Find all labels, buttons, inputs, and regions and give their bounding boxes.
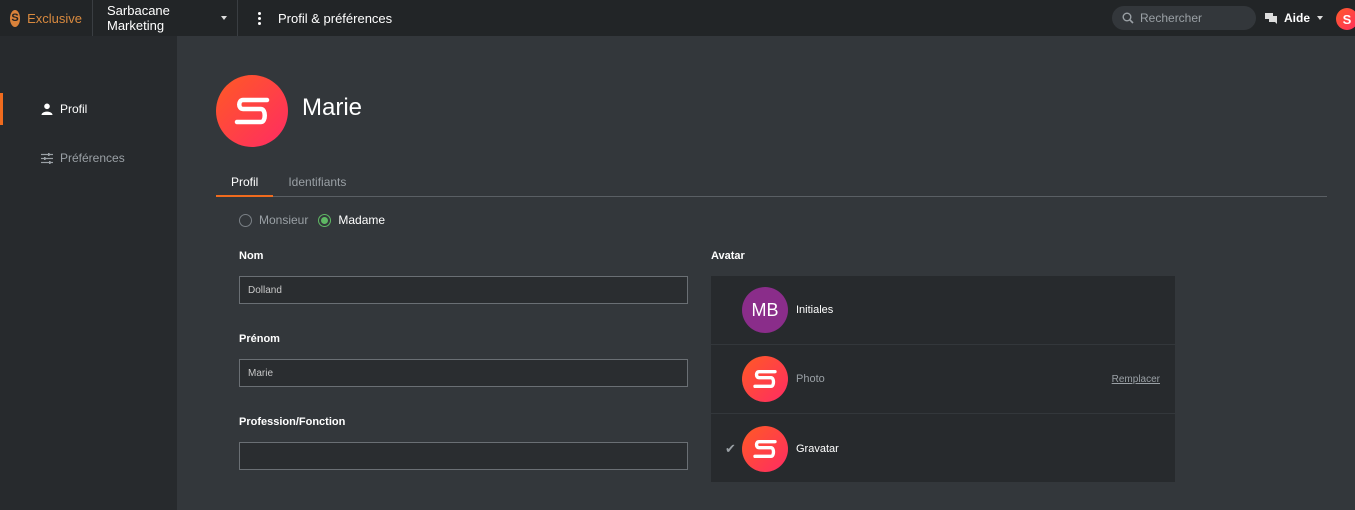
main-content: Marie Profil Identifiants Monsieur Madam… [177, 36, 1355, 510]
brand-name: Exclusive [27, 10, 82, 26]
sidebar-item-label: Profil [60, 102, 88, 116]
photo-thumbnail [742, 356, 788, 402]
radio-madame[interactable]: Madame [318, 213, 385, 227]
help-menu[interactable]: Aide [1265, 0, 1324, 36]
avatar-option-gravatar[interactable]: ✔ Gravatar [711, 414, 1175, 483]
check-icon: ✔ [725, 440, 736, 456]
brand[interactable]: S Exclusive [0, 0, 93, 36]
sidebar: Profil Préférences [0, 36, 177, 510]
initials-badge: MB [742, 287, 788, 333]
page-title: Profil & préférences [278, 10, 393, 26]
help-label: Aide [1284, 11, 1311, 25]
search-placeholder: Rechercher [1140, 11, 1203, 25]
radio-label: Monsieur [259, 213, 309, 227]
profession-label: Profession/Fonction [239, 416, 346, 428]
radio-label: Madame [338, 213, 386, 227]
workspace-selector[interactable]: Sarbacane Marketing [93, 0, 238, 36]
profession-field[interactable] [239, 442, 688, 470]
tab-identifiants[interactable]: Identifiants [273, 172, 361, 197]
profile-avatar [216, 75, 288, 147]
sidebar-item-preferences[interactable]: Préférences [0, 142, 177, 174]
sidebar-item-profil[interactable]: Profil [0, 93, 177, 125]
profile-tabs: Profil Identifiants [216, 172, 1327, 197]
avatar-options: MB Initiales Photo Remplacer ✔ Gravatar [711, 276, 1175, 482]
avatar-option-initials[interactable]: MB Initiales [711, 276, 1175, 345]
tab-profil[interactable]: Profil [216, 172, 274, 197]
chat-icon [1265, 12, 1277, 24]
avatar-option-label: Photo [796, 373, 825, 385]
chevron-down-icon [221, 16, 227, 20]
radio-unchecked-icon [239, 213, 252, 227]
avatar-option-photo[interactable]: Photo Remplacer [711, 345, 1175, 414]
prenom-field[interactable] [239, 359, 688, 387]
nom-label: Nom [239, 250, 264, 262]
workspace-name: Sarbacane Marketing [107, 3, 170, 33]
avatar-label: Avatar [711, 250, 745, 262]
avatar-option-label: Gravatar [796, 442, 839, 455]
gravatar-thumbnail [742, 425, 788, 472]
radio-checked-icon [318, 213, 332, 227]
civility-radio-group: Monsieur Madame [239, 213, 395, 227]
replace-photo-link[interactable]: Remplacer [1112, 374, 1160, 385]
profile-name: Marie [302, 94, 363, 121]
sidebar-item-label: Préférences [60, 151, 125, 165]
user-avatar[interactable]: S [1336, 8, 1355, 30]
user-icon [38, 103, 56, 115]
prenom-label: Prénom [239, 333, 280, 345]
sliders-icon [38, 152, 56, 164]
brand-logo-icon: S [10, 9, 21, 27]
brand-logo-icon [234, 97, 270, 125]
nom-field[interactable] [239, 276, 688, 304]
radio-monsieur[interactable]: Monsieur [239, 213, 308, 227]
search-input[interactable]: Rechercher [1112, 6, 1256, 30]
top-bar: S Exclusive Sarbacane Marketing Profil &… [0, 0, 1355, 36]
chevron-down-icon [1317, 16, 1324, 20]
avatar-option-label: Initiales [796, 304, 834, 316]
search-icon [1122, 12, 1134, 24]
more-options-icon[interactable] [246, 11, 272, 26]
